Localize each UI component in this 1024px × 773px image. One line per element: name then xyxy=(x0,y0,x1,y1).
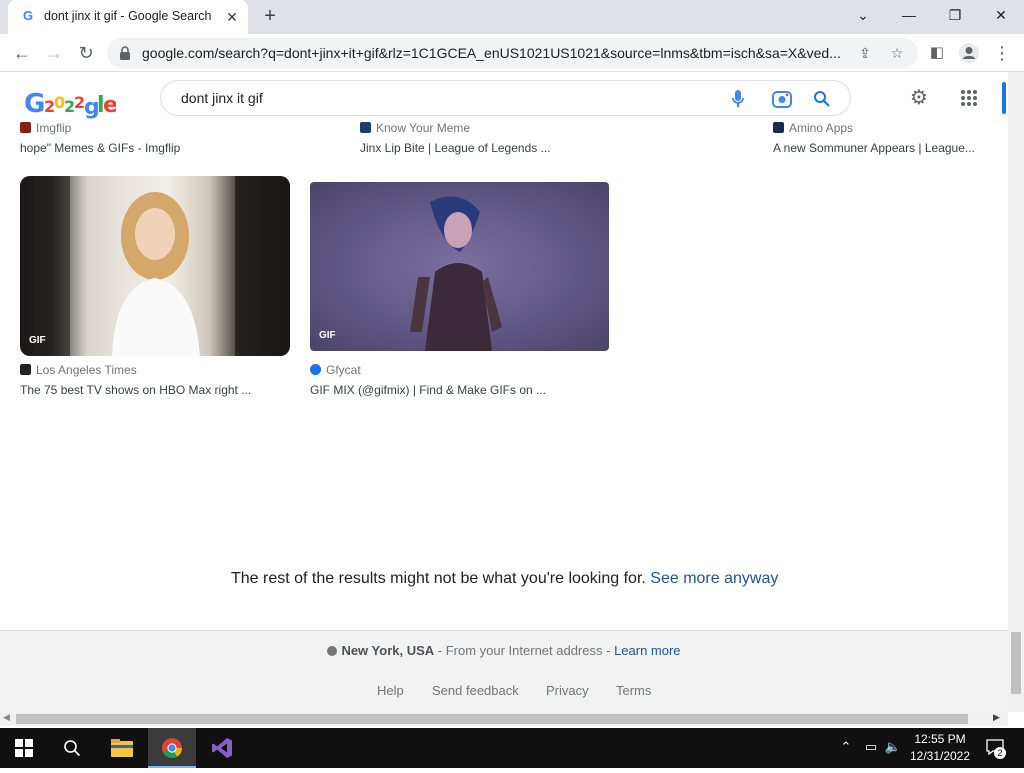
bookmark-star-icon[interactable]: ☆ xyxy=(887,43,907,63)
footer-link-privacy[interactable]: Privacy xyxy=(546,683,589,698)
settings-gear-icon[interactable]: ⚙ xyxy=(907,86,931,110)
footer-link-send-feedback[interactable]: Send feedback xyxy=(432,683,519,698)
result-source[interactable]: Gfycat xyxy=(310,363,361,377)
chrome-menu-icon[interactable]: ⋮ xyxy=(989,40,1015,66)
taskbar-search-icon[interactable] xyxy=(48,728,96,768)
svg-text:2: 2 xyxy=(44,97,54,116)
search-input[interactable]: dont jinx it gif xyxy=(160,80,851,116)
address-bar[interactable]: google.com/search?q=dont+jinx+it+gif&rlz… xyxy=(107,38,918,68)
latimes-favicon-icon xyxy=(20,364,31,375)
location-dot-icon xyxy=(327,646,338,656)
sign-in-button-edge[interactable] xyxy=(1002,82,1006,114)
result-caption[interactable]: GIF MIX (@gifmix) | Find & Make GIFs on … xyxy=(310,383,546,397)
result-source[interactable]: Know Your Meme xyxy=(360,121,470,135)
result-thumbnail[interactable]: GIF xyxy=(20,176,290,356)
clock-date: 12/31/2022 xyxy=(909,749,971,763)
apps-grid-icon[interactable] xyxy=(957,86,981,110)
reload-icon[interactable]: ↻ xyxy=(73,40,99,66)
result-source[interactable]: Los Angeles Times xyxy=(20,363,137,377)
clock-time: 12:55 PM xyxy=(914,732,966,746)
search-icon[interactable] xyxy=(810,87,834,111)
network-icon[interactable]: ▭ xyxy=(862,739,880,757)
close-window-button[interactable]: ✕ xyxy=(978,0,1024,30)
windows-taskbar: ⌃ ▭ 🔈 12:55 PM 12/31/2022 2 xyxy=(0,728,1024,768)
notification-center-icon[interactable]: 2 xyxy=(982,739,1008,759)
imgflip-favicon-icon xyxy=(20,122,31,133)
footer-link-terms[interactable]: Terms xyxy=(616,683,651,698)
vertical-scrollbar[interactable] xyxy=(1008,72,1024,712)
svg-text:e: e xyxy=(103,93,116,118)
tab-title: dont jinx it gif - Google Search xyxy=(44,9,212,23)
svg-text:2: 2 xyxy=(64,97,74,116)
tab-strip: G dont jinx it gif - Google Search ✕ + ⌄… xyxy=(0,0,1024,34)
horizontal-scrollbar[interactable]: ◀ ▶ xyxy=(0,712,1008,726)
new-tab-button[interactable]: + xyxy=(259,5,281,27)
horizontal-scroll-thumb[interactable] xyxy=(16,714,968,724)
knowyourmeme-favicon-icon xyxy=(360,122,371,133)
svg-text:2: 2 xyxy=(74,93,84,112)
page-footer: New York, USA - From your Internet addre… xyxy=(0,630,1008,714)
notification-count-badge: 2 xyxy=(994,747,1006,759)
browser-toolbar: ← → ↻ google.com/search?q=dont+jinx+it+g… xyxy=(0,34,1024,72)
person-image xyxy=(20,176,290,356)
voice-search-mic-icon[interactable] xyxy=(726,87,750,111)
side-panel-icon[interactable]: ◧ xyxy=(924,40,950,66)
google-favicon-icon: G xyxy=(22,8,34,23)
chrome-taskbar-icon[interactable] xyxy=(148,728,196,768)
vertical-scroll-thumb[interactable] xyxy=(1011,632,1021,694)
share-icon[interactable]: ⇪ xyxy=(855,43,875,63)
minimize-button[interactable]: — xyxy=(886,0,932,30)
see-more-anyway-link[interactable]: See more anyway xyxy=(650,570,778,587)
result-caption[interactable]: hope" Memes & GIFs - Imgflip xyxy=(20,141,180,155)
scroll-right-arrow-icon[interactable]: ▶ xyxy=(993,712,1000,723)
location-name: New York, USA xyxy=(341,643,435,658)
result-thumbnail[interactable]: GIF xyxy=(310,182,609,351)
tab-search-button[interactable]: ⌄ xyxy=(840,0,886,30)
result-caption[interactable]: A new Sommuner Appears | League... xyxy=(773,141,975,155)
profile-avatar-icon[interactable] xyxy=(956,40,982,66)
gfycat-favicon-icon xyxy=(310,364,321,375)
result-caption[interactable]: Jinx Lip Bite | League of Legends ... xyxy=(360,141,551,155)
footer-link-help[interactable]: Help xyxy=(377,683,404,698)
windows-start-icon[interactable] xyxy=(0,728,48,768)
result-source[interactable]: Imgflip xyxy=(20,121,71,135)
google-header: G 2 0 2 2 g l e dont jinx it gif ⚙ xyxy=(0,72,1008,124)
url-text: google.com/search?q=dont+jinx+it+gif&rlz… xyxy=(142,45,841,61)
svg-text:G: G xyxy=(24,89,44,119)
file-explorer-icon[interactable] xyxy=(98,728,146,768)
restore-button[interactable]: ❐ xyxy=(932,0,978,30)
volume-icon[interactable]: 🔈 xyxy=(884,739,902,757)
forward-arrow-icon[interactable]: → xyxy=(41,40,67,66)
show-hidden-icons-chevron-icon[interactable]: ⌃ xyxy=(838,739,854,757)
result-source[interactable]: Amino Apps xyxy=(773,121,853,135)
scroll-left-arrow-icon[interactable]: ◀ xyxy=(3,712,10,723)
svg-text:g: g xyxy=(84,95,98,120)
back-arrow-icon[interactable]: ← xyxy=(9,40,35,66)
learn-more-link[interactable]: Learn more xyxy=(614,643,680,658)
result-caption[interactable]: The 75 best TV shows on HBO Max right ..… xyxy=(20,383,251,397)
browser-tab[interactable]: G dont jinx it gif - Google Search ✕ xyxy=(8,0,248,34)
search-query-text: dont jinx it gif xyxy=(181,90,263,106)
google-doodle-logo[interactable]: G 2 0 2 2 g l e xyxy=(24,86,119,120)
location-line: New York, USA - From your Internet addre… xyxy=(0,643,1008,658)
gif-badge: GIF xyxy=(319,330,336,341)
gif-badge: GIF xyxy=(29,335,46,346)
taskbar-clock[interactable]: 12:55 PM 12/31/2022 xyxy=(908,731,972,765)
visual-studio-icon[interactable] xyxy=(198,728,246,768)
amino-favicon-icon xyxy=(773,122,784,133)
jinx-image xyxy=(410,196,502,351)
lock-icon xyxy=(120,46,130,60)
tab-close-icon[interactable]: ✕ xyxy=(222,7,242,27)
rest-of-results-message: The rest of the results might not be wha… xyxy=(231,570,779,587)
google-lens-camera-icon[interactable] xyxy=(770,87,794,111)
